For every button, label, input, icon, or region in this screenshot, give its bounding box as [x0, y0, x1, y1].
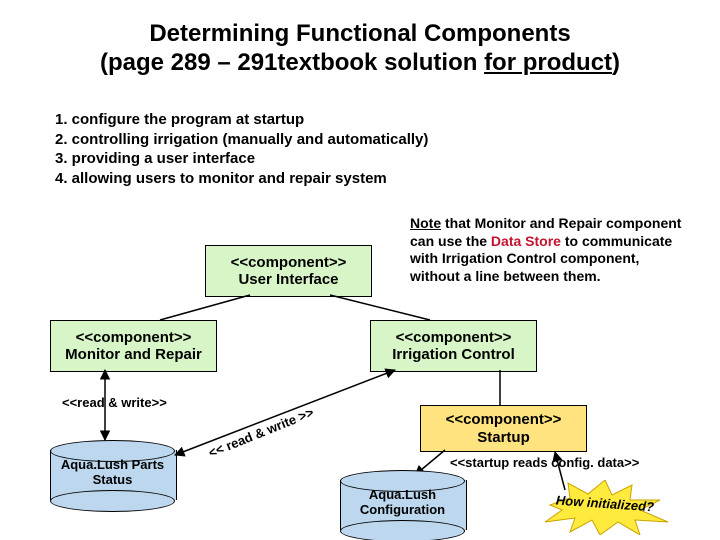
note-underlined: Note: [410, 215, 441, 231]
component-irrigation-control: <<component>> Irrigation Control: [370, 320, 537, 372]
datastore-parts-status: Aqua.Lush Parts Status: [50, 440, 175, 510]
list-item: 3. providing a user interface: [55, 149, 428, 169]
stereotype-label: <<component>>: [446, 411, 562, 428]
title-line-1: Determining Functional Components: [149, 20, 570, 47]
component-user-interface: <<component>> User Interface: [205, 245, 372, 297]
component-label: Startup: [477, 429, 530, 446]
datastore-label-line: Aqua.Lush Parts: [61, 457, 164, 472]
title-line-2c: ): [612, 49, 620, 76]
component-label: Monitor and Repair: [65, 346, 202, 363]
note-text: Note that Monitor and Repair component c…: [410, 215, 685, 285]
callout-star: How initialized?: [540, 480, 670, 530]
component-startup: <<component>> Startup: [420, 405, 587, 452]
stereotype-label: <<component>>: [76, 329, 192, 346]
title-line-2a: (page 289 – 291textbook solution: [100, 49, 484, 76]
component-label: User Interface: [238, 271, 338, 288]
title-underlined: for product: [484, 49, 612, 76]
datastore-label-line: Aqua.Lush: [369, 487, 436, 502]
stereotype-label: <<component>>: [396, 329, 512, 346]
page-title: Determining Functional Components (page …: [0, 20, 720, 78]
list-item: 2. controlling irrigation (manually and …: [55, 130, 428, 150]
stereotype-label: <<component>>: [231, 254, 347, 271]
note-datastore: Data Store: [491, 233, 561, 249]
diagram-stage: Determining Functional Components (page …: [0, 0, 720, 540]
label-startup-reads: <<startup reads config. data>>: [450, 455, 639, 470]
list-item: 4. allowing users to monitor and repair …: [55, 169, 428, 189]
list-item: 1. configure the program at startup: [55, 110, 428, 130]
component-label: Irrigation Control: [392, 346, 515, 363]
label-read-write-2: << read & write >>: [206, 405, 315, 461]
numbered-list: 1. configure the program at startup 2. c…: [55, 110, 428, 188]
component-monitor-repair: <<component>> Monitor and Repair: [50, 320, 217, 372]
label-read-write-1: <<read & write>>: [62, 395, 167, 410]
datastore-label-line: Status: [93, 472, 133, 487]
datastore-label-line: Configuration: [360, 502, 445, 517]
datastore-configuration: Aqua.Lush Configuration: [340, 470, 465, 540]
